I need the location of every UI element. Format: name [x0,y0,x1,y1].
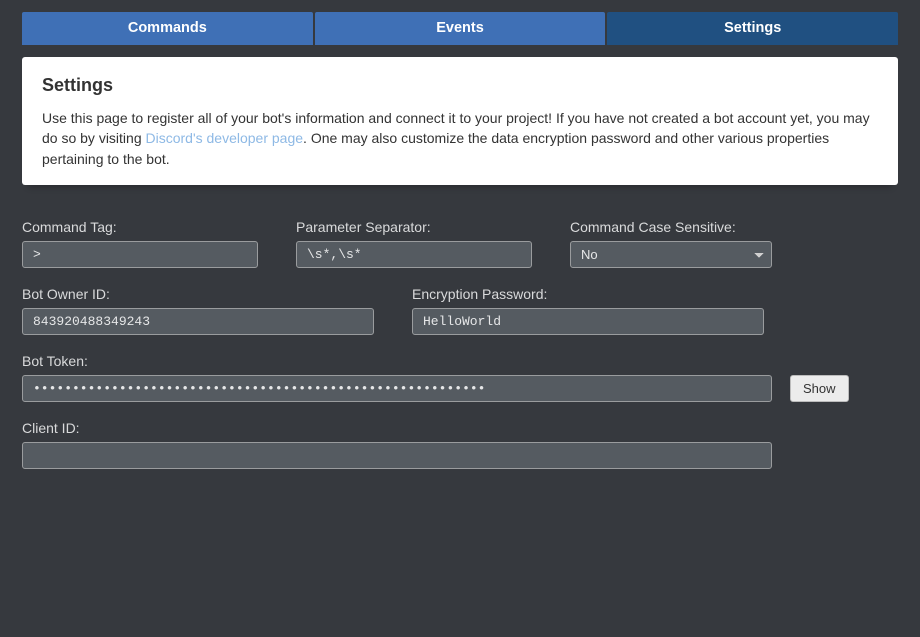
bot-token-field: Bot Token: [22,353,772,402]
param-sep-input[interactable] [296,241,532,268]
discord-dev-link[interactable]: Discord's developer page [146,130,304,146]
owner-id-field: Bot Owner ID: [22,286,374,335]
command-tag-field: Command Tag: [22,219,258,268]
enc-pass-field: Encryption Password: [412,286,764,335]
case-sensitive-label: Command Case Sensitive: [570,219,772,235]
case-sensitive-field: Command Case Sensitive: NoYes [570,219,772,268]
tab-events[interactable]: Events [315,12,606,45]
owner-id-input[interactable] [22,308,374,335]
owner-id-label: Bot Owner ID: [22,286,374,302]
settings-form: Command Tag: Parameter Separator: Comman… [0,185,920,469]
case-sensitive-select[interactable]: NoYes [570,241,772,268]
show-button[interactable]: Show [790,375,849,402]
client-id-field: Client ID: [22,420,772,469]
client-id-input[interactable] [22,442,772,469]
command-tag-input[interactable] [22,241,258,268]
bot-token-input[interactable] [22,375,772,402]
tab-bar: Commands Events Settings [0,0,920,45]
enc-pass-input[interactable] [412,308,764,335]
param-sep-field: Parameter Separator: [296,219,532,268]
bot-token-label: Bot Token: [22,353,772,369]
client-id-label: Client ID: [22,420,772,436]
tab-commands[interactable]: Commands [22,12,313,45]
enc-pass-label: Encryption Password: [412,286,764,302]
command-tag-label: Command Tag: [22,219,258,235]
param-sep-label: Parameter Separator: [296,219,532,235]
info-panel: Settings Use this page to register all o… [22,57,898,185]
tab-settings[interactable]: Settings [607,12,898,45]
panel-heading: Settings [42,75,878,96]
panel-description: Use this page to register all of your bo… [42,108,878,169]
